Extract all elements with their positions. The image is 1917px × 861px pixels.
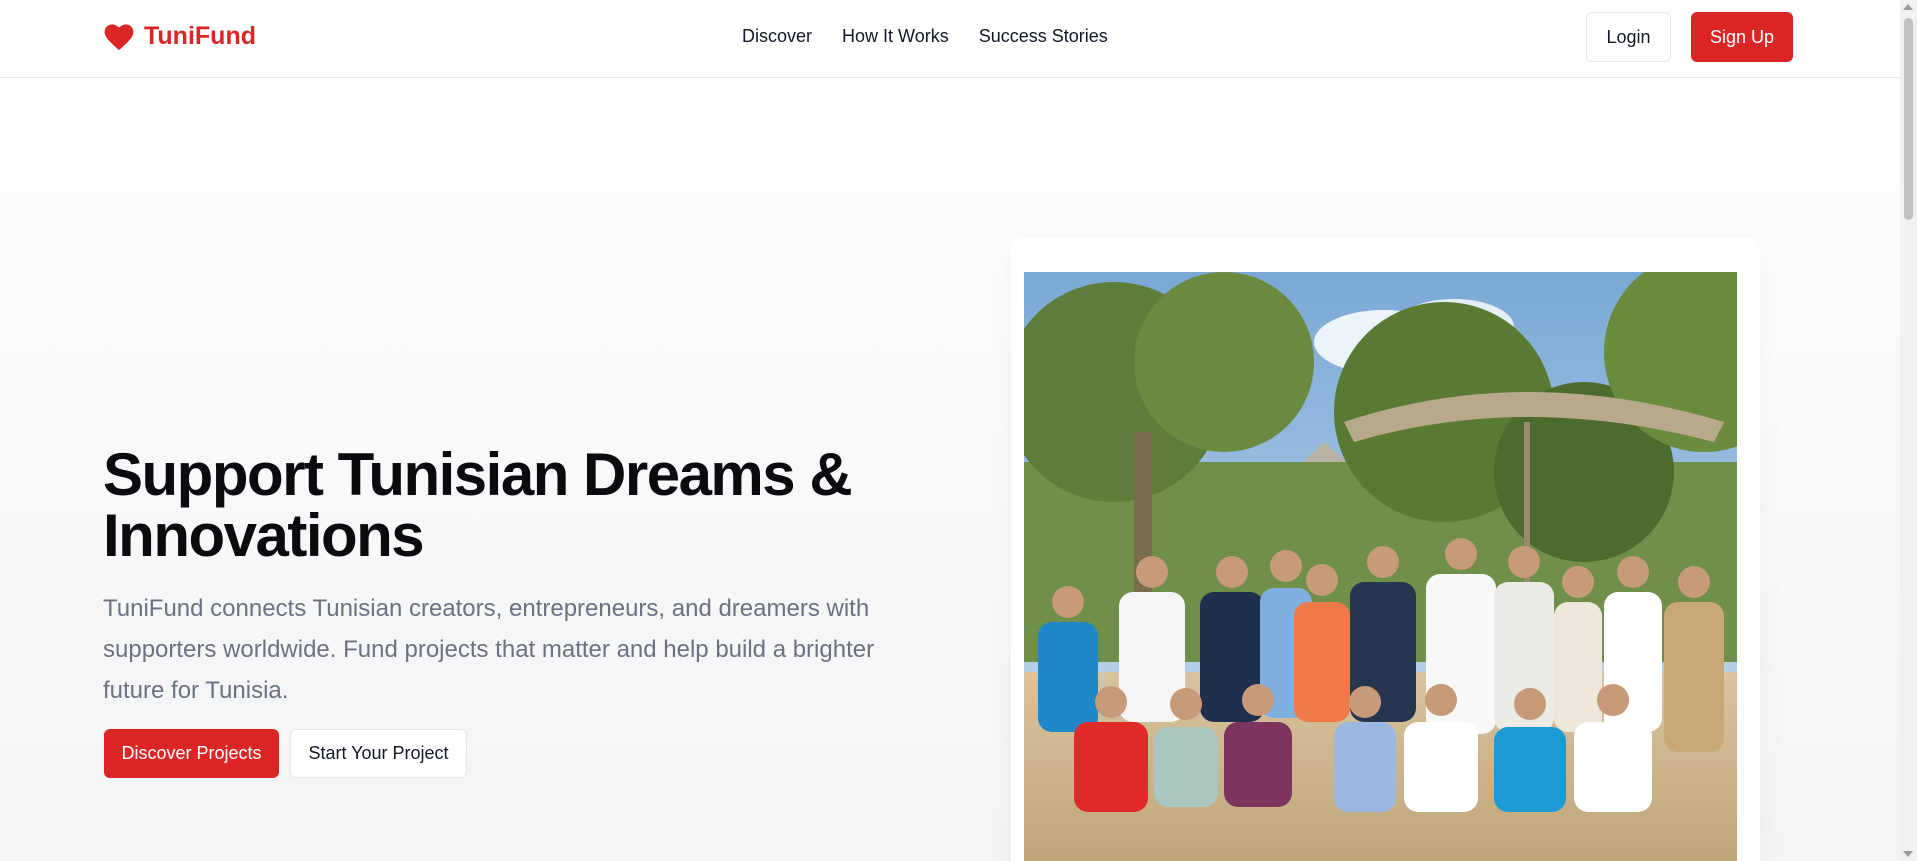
start-project-button[interactable]: Start Your Project [290,729,467,778]
scroll-up-arrow-icon[interactable] [1903,4,1913,10]
hero-group-photo [1024,272,1737,861]
top-navbar: TuniFund Discover How It Works Success S… [0,0,1900,78]
page-scrollbar[interactable] [1900,0,1917,861]
login-button[interactable]: Login [1586,12,1671,62]
brand-logo-link[interactable]: TuniFund [104,22,256,51]
nav-link-success-stories[interactable]: Success Stories [979,26,1108,47]
nav-link-discover[interactable]: Discover [742,26,812,47]
nav-link-how-it-works[interactable]: How It Works [842,26,949,47]
scroll-down-arrow-icon[interactable] [1903,851,1913,857]
hero-description: TuniFund connects Tunisian creators, ent… [103,595,875,704]
main-nav: Discover How It Works Success Stories [742,26,1108,47]
discover-projects-button[interactable]: Discover Projects [104,729,279,778]
scrollbar-thumb[interactable] [1904,18,1913,220]
hero-title: Support Tunisian Dreams & Innovations [103,441,853,569]
heart-icon [104,23,134,51]
signup-button[interactable]: Sign Up [1691,12,1793,62]
brand-name: TuniFund [144,22,256,50]
